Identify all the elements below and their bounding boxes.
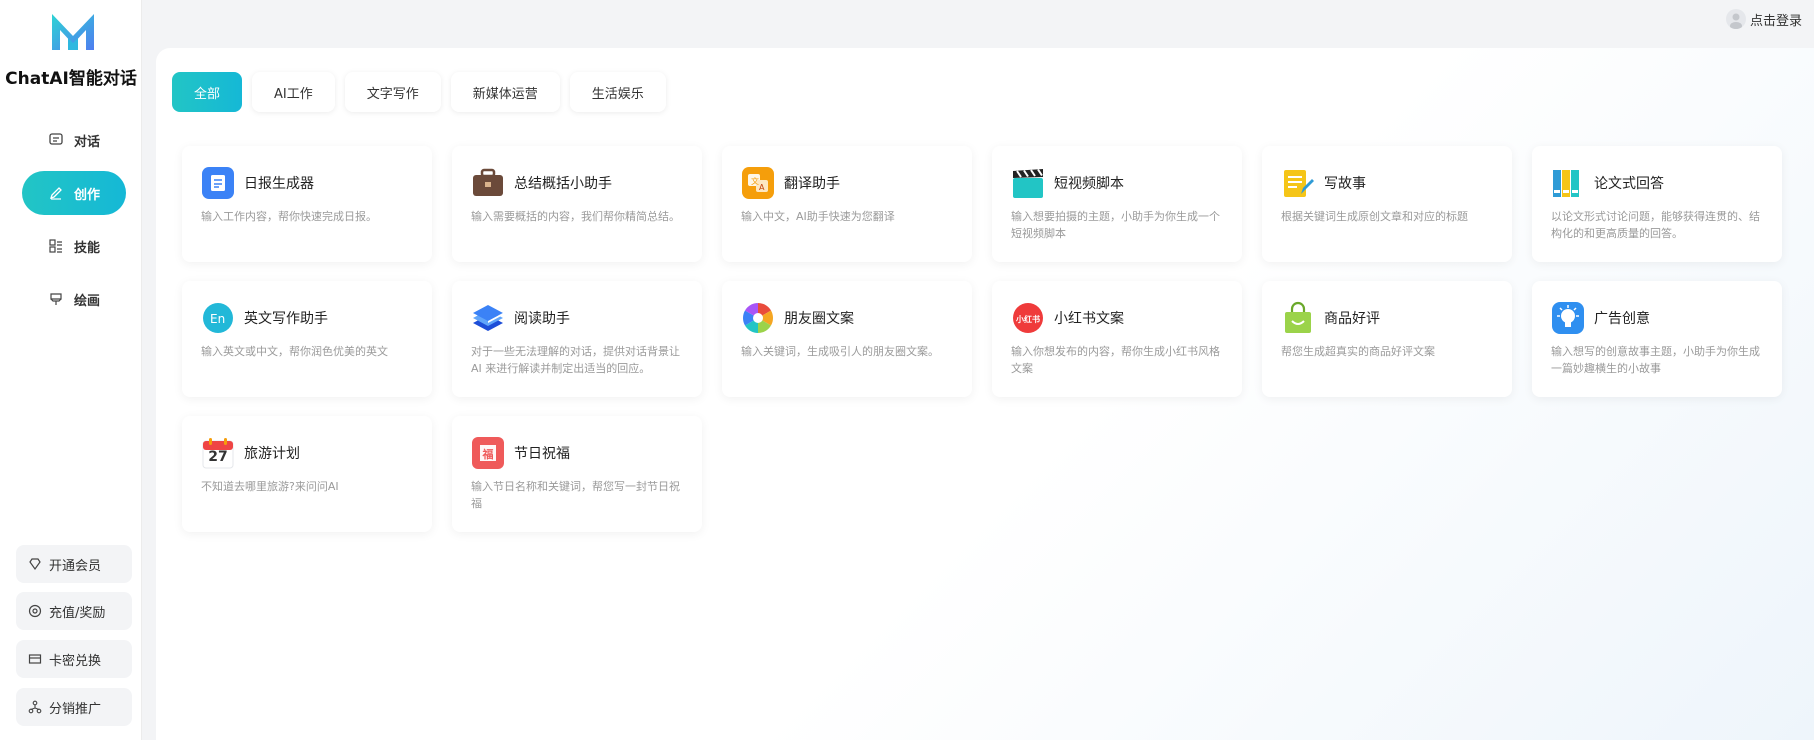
nav-create-label: 创作 (73, 187, 100, 203)
redeem-label: 卡密兑换 (49, 653, 102, 669)
tool-card-description: 帮您生成超真实的商品好评文案 (1281, 345, 1435, 358)
nav-chat-label: 对话 (73, 134, 100, 150)
tool-card-description: 不知道去哪里旅游?来问问AI (201, 480, 339, 493)
tool-card-description: 输入你想发布的内容，帮你生成小红书风格文案 (1011, 345, 1220, 375)
tab-new-media[interactable]: 新媒体运营 (450, 72, 560, 112)
promote-button[interactable]: 分销推广 (16, 688, 132, 726)
tool-card[interactable]: 27 旅游计划不知道去哪里旅游?来问问AI (182, 416, 432, 532)
main-panel: 全部 AI工作 文字写作 新媒体运营 生活娱乐 日报生成器输入工作内容，帮你快速… (156, 48, 1814, 740)
tool-card-title: 短视频脚本 (1054, 176, 1124, 192)
book-stack-icon (471, 301, 505, 335)
login-button[interactable]: 点击登录 (1725, 8, 1802, 30)
tool-card-description: 输入中文，AI助手快速为您翻译 (741, 210, 895, 223)
tool-card-description: 对于一些无法理解的对话，提供对话背景让 AI 来进行解读并制定出适当的回应。 (471, 345, 680, 375)
gift-icon: 福 (471, 436, 505, 470)
svg-text:A: A (759, 183, 765, 192)
tool-card[interactable]: 短视频脚本输入想要拍摄的主题，小助手为你生成一个短视频脚本 (992, 146, 1242, 262)
brand-name: ChatAI智能对话 (5, 69, 137, 89)
english-icon: En (201, 301, 235, 335)
tool-card-description: 输入关键词，生成吸引人的朋友圈文案。 (741, 345, 939, 358)
tool-card-title: 翻译助手 (784, 176, 840, 192)
report-icon (201, 166, 235, 200)
pen-icon (49, 187, 62, 200)
books-icon (1551, 166, 1585, 200)
vip-button[interactable]: 开通会员 (16, 545, 132, 583)
notepad-icon (1281, 166, 1315, 200)
tool-card-title: 总结概括小助手 (514, 176, 612, 192)
tool-card-description: 输入英文或中文，帮你润色优美的英文 (201, 345, 388, 358)
nav-draw[interactable]: 绘画 (22, 277, 126, 321)
svg-text:小红书: 小红书 (1015, 314, 1040, 324)
card-icon (28, 654, 42, 664)
tool-card-title: 论文式回答 (1594, 176, 1664, 192)
icon-badge: 福 (482, 448, 494, 461)
recharge-button[interactable]: 充值/奖励 (16, 592, 132, 630)
share-icon (28, 700, 42, 714)
tab-all[interactable]: 全部 (172, 72, 243, 112)
tool-card[interactable]: 小红书 小红书文案输入你想发布的内容，帮你生成小红书风格文案 (992, 281, 1242, 397)
vip-label: 开通会员 (49, 558, 102, 574)
tool-card-title: 小红书文案 (1054, 311, 1124, 327)
tool-card-title: 英文写作助手 (244, 311, 328, 327)
nav-draw-label: 绘画 (73, 293, 100, 309)
tab-ai-work[interactable]: AI工作 (252, 72, 335, 112)
lightbulb-icon (1551, 301, 1585, 335)
logo-icon (52, 14, 94, 50)
nav-skills-label: 技能 (73, 240, 100, 256)
nav-chat[interactable]: 对话 (22, 118, 126, 162)
tool-card[interactable]: 论文式回答以论文形式讨论问题，能够获得连贯的、结构化的和更高质量的回答。 (1532, 146, 1782, 262)
login-label: 点击登录 (1749, 13, 1802, 29)
svg-text:文: 文 (751, 176, 759, 186)
tool-card-description: 输入想写的创意故事主题，小助手为你生成一篇妙趣横生的小故事 (1551, 345, 1760, 375)
tool-card-title: 日报生成器 (244, 176, 314, 192)
tool-card-description: 输入节日名称和关键词，帮您写一封节日祝福 (471, 480, 680, 510)
sidebar: ChatAI智能对话 对话 创作 技能 绘画 开通会员 充值/奖励 卡密兑换 分… (0, 0, 142, 740)
tool-card[interactable]: 朋友圈文案输入关键词，生成吸引人的朋友圈文案。 (722, 281, 972, 397)
shopping-bag-icon (1281, 301, 1315, 335)
tool-card-description: 输入需要概括的内容，我们帮你精简总结。 (471, 210, 680, 223)
tab-lifestyle[interactable]: 生活娱乐 (569, 72, 666, 112)
tool-card-title: 旅游计划 (244, 446, 300, 462)
category-tabs: 全部 AI工作 文字写作 新媒体运营 生活娱乐 (172, 72, 676, 112)
svg-text:En: En (210, 312, 225, 326)
tool-card-description: 输入工作内容，帮你快速完成日报。 (201, 210, 377, 223)
tab-writing[interactable]: 文字写作 (344, 72, 441, 112)
tool-card-description: 以论文形式讨论问题，能够获得连贯的、结构化的和更高质量的回答。 (1551, 210, 1760, 240)
tool-card[interactable]: 总结概括小助手输入需要概括的内容，我们帮你精简总结。 (452, 146, 702, 262)
tool-card-title: 阅读助手 (514, 311, 570, 327)
brush-icon (50, 293, 62, 305)
grid-icon (49, 239, 62, 253)
tool-card[interactable]: 商品好评帮您生成超真实的商品好评文案 (1262, 281, 1512, 397)
aperture-icon (741, 301, 775, 335)
recharge-label: 充值/奖励 (49, 605, 106, 621)
tool-card-title: 商品好评 (1324, 311, 1380, 327)
tool-card[interactable]: 文 A 翻译助手输入中文，AI助手快速为您翻译 (722, 146, 972, 262)
tool-card[interactable]: 广告创意输入想写的创意故事主题，小助手为你生成一篇妙趣横生的小故事 (1532, 281, 1782, 397)
tool-card-title: 写故事 (1324, 176, 1366, 192)
chat-icon (49, 133, 63, 145)
promote-label: 分销推广 (49, 701, 102, 717)
nav-create[interactable]: 创作 (22, 171, 126, 215)
xiaohongshu-icon: 小红书 (1011, 301, 1045, 335)
tool-card[interactable]: 日报生成器输入工作内容，帮你快速完成日报。 (182, 146, 432, 262)
translate-icon: 文A (741, 166, 775, 200)
tool-card-description: 根据关键词生成原创文章和对应的标题 (1281, 210, 1468, 223)
tool-card[interactable]: 阅读助手对于一些无法理解的对话，提供对话背景让 AI 来进行解读并制定出适当的回… (452, 281, 702, 397)
coin-icon (28, 604, 42, 618)
tool-card[interactable]: 写故事根据关键词生成原创文章和对应的标题 (1262, 146, 1512, 262)
tool-card-description: 输入想要拍摄的主题，小助手为你生成一个短视频脚本 (1011, 210, 1220, 240)
tool-card[interactable]: 福 节日祝福输入节日名称和关键词，帮您写一封节日祝福 (452, 416, 702, 532)
icon-badge: 27 (208, 449, 228, 465)
calendar-icon: 27 (201, 436, 235, 470)
tool-card-title: 节日祝福 (514, 446, 570, 462)
tool-card-title: 朋友圈文案 (784, 311, 854, 327)
clapper-icon (1011, 166, 1045, 200)
redeem-button[interactable]: 卡密兑换 (16, 640, 132, 678)
briefcase-icon (471, 166, 505, 200)
nav-skills[interactable]: 技能 (22, 224, 126, 268)
diamond-icon (29, 558, 41, 571)
tool-card[interactable]: En 英文写作助手输入英文或中文，帮你润色优美的英文 (182, 281, 432, 397)
tool-card-title: 广告创意 (1594, 311, 1650, 327)
avatar-icon (1725, 9, 1746, 29)
